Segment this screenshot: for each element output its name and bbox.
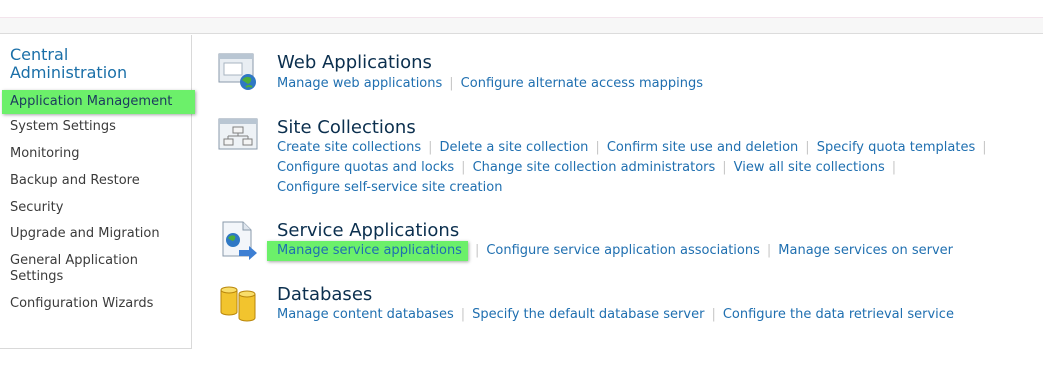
web-applications-icon: [218, 53, 256, 90]
manage-services-on-server-link[interactable]: Manage services on server: [778, 243, 953, 258]
configure-self-service-site-creation-link[interactable]: Configure self-service site creation: [277, 180, 502, 195]
view-all-site-collections-link[interactable]: View all site collections: [734, 160, 885, 175]
site-collections-links-row-1: Create site collections | Delete a site co…: [277, 138, 994, 158]
link-separator: |: [474, 243, 480, 258]
link-separator: |: [428, 140, 433, 155]
link-separator: |: [449, 76, 454, 91]
service-applications-links: Manage service applications | Configure se…: [267, 241, 953, 261]
web-applications-links: Manage web applications | Configure altern…: [277, 74, 703, 94]
link-separator: |: [982, 140, 987, 155]
site-collections-links-row-3: Configure self-service site creation: [277, 178, 502, 198]
site-collections-links-row-2: Configure quotas and locks | Change site c…: [277, 158, 903, 178]
top-divider: [0, 0, 1043, 18]
sidebar-item-backup-and-restore[interactable]: Backup and Restore: [10, 173, 140, 189]
service-applications-title[interactable]: Service Applications: [277, 220, 459, 242]
sidebar-title[interactable]: Central Administration: [10, 46, 180, 82]
sidebar-item-application-management[interactable]: Application Management: [2, 90, 195, 114]
sidebar-item-general-application-settings[interactable]: General Application Settings: [10, 253, 160, 285]
site-collections-icon: [218, 118, 258, 150]
databases-links: Manage content databases | Specify the def…: [277, 305, 954, 325]
link-separator: |: [595, 140, 600, 155]
sidebar-item-upgrade-and-migration[interactable]: Upgrade and Migration: [10, 226, 160, 242]
link-separator: |: [805, 140, 810, 155]
configure-data-retrieval-service-link[interactable]: Configure the data retrieval service: [723, 307, 954, 322]
link-separator: |: [460, 307, 466, 322]
specify-quota-templates-link[interactable]: Specify quota templates: [817, 140, 976, 155]
link-separator: |: [766, 243, 772, 258]
specify-default-database-server-link[interactable]: Specify the default database server: [472, 307, 704, 322]
quick-launch-sidebar: Central Administration Application Manag…: [0, 35, 195, 349]
manage-web-applications-link[interactable]: Manage web applications: [277, 76, 442, 91]
databases-title[interactable]: Databases: [277, 284, 372, 306]
delete-site-collection-link[interactable]: Delete a site collection: [439, 140, 588, 155]
link-separator: |: [891, 160, 897, 175]
create-site-collections-link[interactable]: Create site collections: [277, 140, 421, 155]
configure-service-application-associations-link[interactable]: Configure service application associatio…: [486, 243, 760, 258]
manage-content-databases-link[interactable]: Manage content databases: [277, 307, 454, 322]
sidebar-item-monitoring[interactable]: Monitoring: [10, 146, 80, 162]
site-collections-title[interactable]: Site Collections: [277, 117, 416, 139]
service-applications-icon: [222, 221, 257, 260]
link-separator: |: [461, 160, 466, 175]
top-bar: [0, 0, 1043, 34]
manage-service-applications-link[interactable]: Manage service applications: [267, 241, 468, 261]
web-applications-title[interactable]: Web Applications: [277, 52, 432, 74]
sidebar-item-system-settings[interactable]: System Settings: [10, 119, 116, 135]
configure-alternate-access-mappings-link[interactable]: Configure alternate access mappings: [461, 76, 703, 91]
configure-quotas-and-locks-link[interactable]: Configure quotas and locks: [277, 160, 454, 175]
databases-icon: [220, 286, 256, 322]
change-site-collection-administrators-link[interactable]: Change site collection administrators: [473, 160, 716, 175]
confirm-site-use-link[interactable]: Confirm site use and deletion: [607, 140, 798, 155]
link-separator: |: [722, 160, 727, 175]
link-separator: |: [711, 307, 716, 322]
sidebar-item-security[interactable]: Security: [10, 200, 63, 216]
sidebar-item-configuration-wizards[interactable]: Configuration Wizards: [10, 296, 153, 312]
